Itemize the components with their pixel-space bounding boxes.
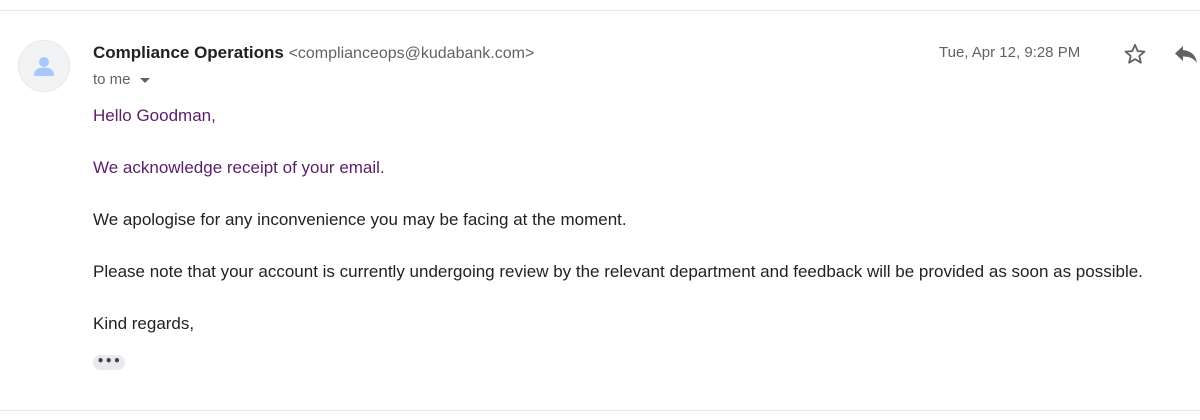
body-paragraph: We acknowledge receipt of your email. [93,158,385,177]
show-trimmed-content-button[interactable]: ••• [93,355,125,370]
person-icon [34,57,54,76]
sender-email: <complianceops@kudabank.com> [288,45,535,62]
greeting-line: Hello Goodman, [93,106,216,125]
message-body: Hello Goodman, We acknowledge receipt of… [93,104,1193,364]
closing-line: Kind regards, [93,314,195,333]
message-timestamp: Tue, Apr 12, 9:28 PM [939,44,1081,61]
star-outline-icon [1124,43,1146,64]
bottom-divider [0,410,1200,411]
email-view: Compliance Operations <complianceops@kud… [0,0,1200,420]
body-paragraph: Please note that your account is current… [93,262,1143,281]
body-paragraph: We apologise for any inconvenience you m… [93,210,627,229]
reply-button[interactable] [1172,40,1200,68]
caret-down-icon [139,78,150,83]
top-divider [0,10,1200,11]
recipient-label: to me [93,71,131,88]
sender-name[interactable]: Compliance Operations [93,43,284,62]
ellipsis-icon: ••• [96,353,122,368]
sender-line: Compliance Operations <complianceops@kud… [93,42,534,65]
sender-avatar[interactable] [18,40,70,92]
reply-icon [1175,46,1197,63]
recipient-details-toggle[interactable]: to me [93,70,150,90]
star-button[interactable] [1121,40,1149,68]
